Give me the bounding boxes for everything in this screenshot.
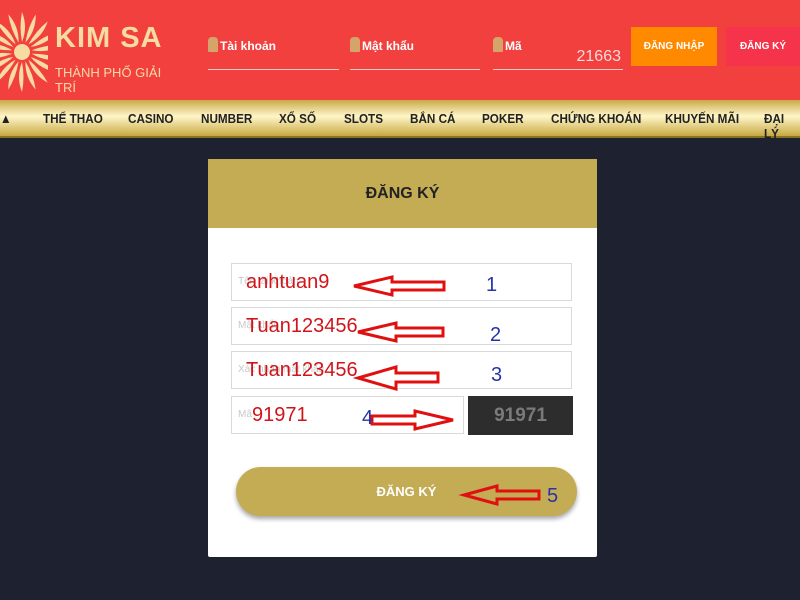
register-button[interactable]: ĐĂNG KÝ <box>726 27 800 66</box>
value: anhtuan9 <box>246 271 330 293</box>
account-input[interactable]: Tài khoản <box>208 36 339 70</box>
nav-item-the-thao[interactable]: THỂ THAO <box>43 111 103 126</box>
password-input[interactable]: Mật khẩu <box>350 36 480 70</box>
lock-icon <box>493 37 503 52</box>
annotation-5: 5 <box>547 485 559 507</box>
placeholder: Mã <box>238 409 252 420</box>
annotation-3: 3 <box>491 364 503 386</box>
captcha-image[interactable]: 91971 <box>468 396 573 435</box>
user-icon <box>208 37 218 52</box>
nav-item-ban-ca[interactable]: BẮN CÁ <box>410 111 456 126</box>
nav-item-poker[interactable]: POKER <box>482 111 524 126</box>
nav-item-dai-ly[interactable]: ĐẠI LÝ <box>764 111 796 141</box>
logo-title: KIM SA <box>55 22 163 54</box>
key-icon <box>350 37 360 52</box>
sun-logo-icon <box>0 12 48 92</box>
main-nav: ▲ THỂ THAO CASINO NUMBER XỔ SỐ SLOTS BẮN… <box>0 100 800 141</box>
annotation-2: 2 <box>490 324 502 346</box>
code-label: Mã <box>505 39 522 53</box>
arrow-left-icon <box>352 365 440 391</box>
login-button[interactable]: ĐĂNG NHẬP <box>631 27 717 66</box>
value: Tuan123456 <box>246 315 358 337</box>
value: Tuan123456 <box>246 359 358 381</box>
nav-item-casino[interactable]: CASINO <box>128 111 174 126</box>
nav-item-khuyen-mai[interactable]: KHUYẾN MÃI <box>665 111 739 126</box>
annotation-4: 4 <box>362 407 374 429</box>
arrow-right-icon <box>370 409 454 431</box>
logo[interactable]: KIM SA THÀNH PHỐ GIẢI TRÍ <box>0 10 170 95</box>
nav-item-slots[interactable]: SLOTS <box>344 111 383 126</box>
value: 91971 <box>252 404 308 426</box>
password-label: Mật khẩu <box>362 39 415 53</box>
nav-item-xo-so[interactable]: XỔ SỐ <box>279 111 316 126</box>
code-input[interactable]: Mã 21663 <box>493 36 623 70</box>
annotation-1: 1 <box>486 274 498 296</box>
form-title: ĐĂNG KÝ <box>208 159 597 228</box>
nav-item-chung-khoan[interactable]: CHỨNG KHOÁN <box>551 111 641 126</box>
code-value: 21663 <box>576 48 622 65</box>
home-icon[interactable]: ▲ <box>0 111 12 126</box>
nav-item-number[interactable]: NUMBER <box>201 111 252 126</box>
header: KIM SA THÀNH PHỐ GIẢI TRÍ Tài khoản Mật … <box>0 0 800 100</box>
account-label: Tài khoản <box>220 39 277 53</box>
arrow-left-icon <box>353 275 446 297</box>
arrow-left-icon <box>458 484 541 506</box>
logo-subtitle: THÀNH PHỐ GIẢI TRÍ <box>55 65 162 95</box>
arrow-left-icon <box>357 321 445 343</box>
